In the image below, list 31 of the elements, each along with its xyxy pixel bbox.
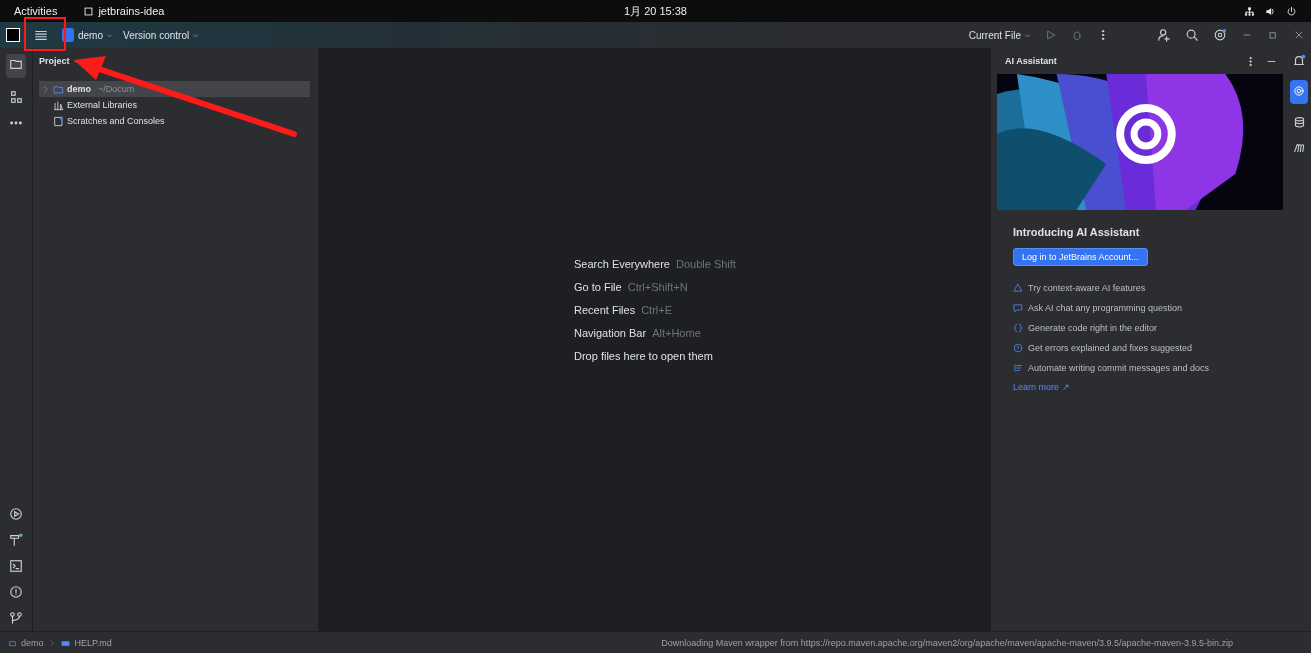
- project-switcher[interactable]: demo: [78, 29, 113, 41]
- feature-text: Generate code right in the editor: [1028, 323, 1158, 333]
- hint-action: Search Everywhere: [574, 257, 670, 270]
- hint-action: Navigation Bar: [574, 326, 647, 339]
- hint-shortcut: Double Shift: [676, 257, 736, 270]
- tree-item[interactable]: demo ~/Docum: [39, 81, 310, 97]
- hint-action: Drop files here to open them: [574, 349, 713, 362]
- feature-text: Get errors explained and fixes suggested: [1028, 343, 1193, 353]
- run-config-dropdown[interactable]: Current File: [968, 29, 1031, 41]
- clock[interactable]: 1月 20 15:38: [624, 3, 687, 19]
- hint-action: Go to File: [574, 280, 622, 293]
- heading: Introducing AI Assistant: [1013, 226, 1140, 238]
- project-view-dropdown[interactable]: Project: [39, 56, 80, 66]
- feature-text: Automate writing commit messages and docs: [1028, 363, 1210, 373]
- hint-shortcut: Alt+Home: [652, 326, 701, 339]
- learn-more-link[interactable]: Learn more ↗: [1013, 382, 1070, 392]
- hint-action: Recent Files: [574, 303, 636, 316]
- login-button[interactable]: Log in to JetBrains Account...: [1013, 248, 1148, 266]
- breadcrumb[interactable]: demo: [21, 638, 44, 648]
- hint-shortcut: Ctrl+E: [641, 303, 672, 316]
- tree-item[interactable]: Scratches and Consoles: [39, 113, 310, 129]
- panel-title: AI Assistant: [1005, 56, 1057, 66]
- feature-text: Ask AI chat any programming question: [1028, 303, 1183, 313]
- activities-button[interactable]: Activities: [14, 5, 58, 17]
- status-message: Downloading Maven wrapper from https://repo.maven.apache.org/maven2/org/apache/maven/apache-maven/3.9.5/apache-maven-3.9.5-bin.zip: [661, 638, 1233, 648]
- app-name: jetbrains-idea: [98, 5, 165, 17]
- feature-text: Try context-aware AI features: [1028, 283, 1146, 293]
- tree-item[interactable]: External Libraries: [39, 97, 310, 113]
- hint-shortcut: Ctrl+Shift+N: [627, 280, 688, 293]
- vcs-dropdown[interactable]: Version control: [123, 29, 200, 41]
- breadcrumb[interactable]: HELP.md: [74, 638, 112, 648]
